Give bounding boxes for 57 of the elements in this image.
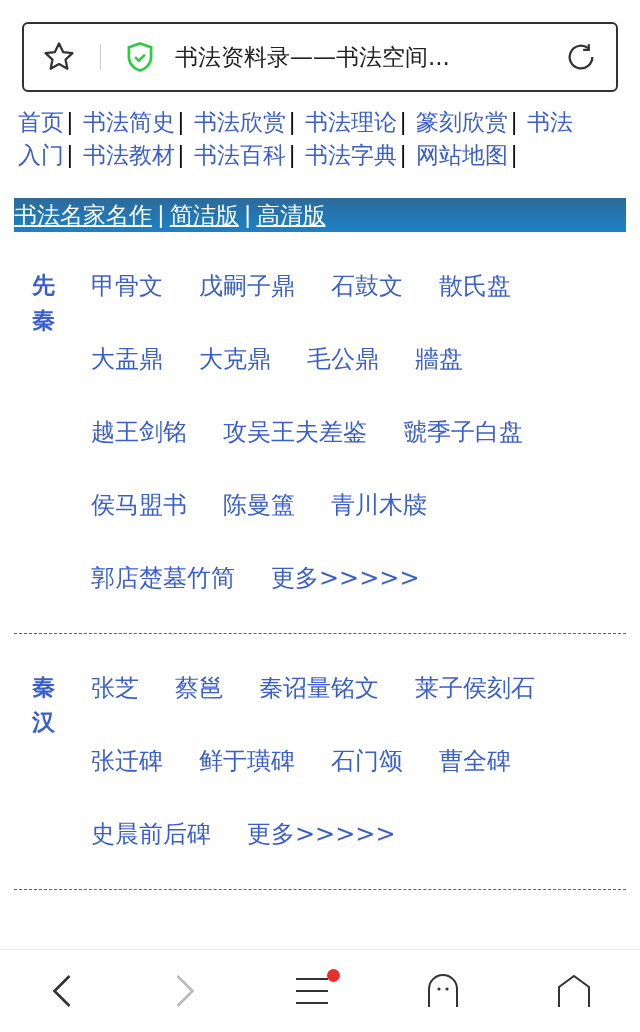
separator: | (177, 109, 185, 135)
work-link[interactable]: 石门颂 (331, 725, 403, 798)
nav-link[interactable]: 书法百科 (194, 142, 287, 168)
work-link[interactable]: 莱子侯刻石 (415, 652, 535, 725)
section-title: 秦汉 (32, 673, 55, 737)
separator: | (157, 202, 165, 228)
nav-link[interactable]: 书法字典 (305, 142, 398, 168)
separator: | (243, 202, 252, 228)
work-link[interactable]: 蔡邕 (175, 652, 223, 725)
separator: | (399, 109, 407, 135)
nav-link[interactable]: 网站地图 (416, 142, 509, 168)
work-link[interactable]: 史晨前后碑 (91, 798, 211, 871)
separator: | (66, 142, 74, 168)
address-bar[interactable]: 书法资料录——书法空间... (22, 22, 618, 92)
separator: | (66, 109, 74, 135)
nav-link[interactable]: 书法欣赏 (194, 109, 287, 135)
separator: | (510, 109, 518, 135)
work-link[interactable]: 张迁碑 (91, 725, 163, 798)
nav-link[interactable]: 书法理论 (305, 109, 398, 135)
section-title: 先秦 (32, 271, 55, 335)
work-link[interactable]: 鲜于璜碑 (199, 725, 295, 798)
work-link[interactable]: 大克鼎 (199, 323, 271, 396)
work-link[interactable]: 侯马盟书 (91, 469, 187, 542)
work-link[interactable]: 曹全碑 (439, 725, 511, 798)
nav-link[interactable]: 首页 (18, 109, 64, 135)
work-link[interactable]: 更多>>>>> (271, 542, 420, 615)
work-link[interactable]: 秦诏量铭文 (259, 652, 379, 725)
work-link[interactable]: 毛公鼎 (307, 323, 379, 396)
work-link[interactable]: 陈曼簠 (223, 469, 295, 542)
nav-link[interactable]: 入门 (18, 142, 64, 168)
nav-link[interactable]: 书法简史 (83, 109, 176, 135)
separator: | (399, 142, 407, 168)
nav-link[interactable]: 篆刻欣赏 (416, 109, 509, 135)
separator: | (510, 142, 518, 168)
work-link[interactable]: 虢季子白盘 (403, 396, 523, 469)
work-link[interactable]: 散氏盘 (439, 250, 511, 323)
work-link[interactable]: 牆盘 (415, 323, 463, 396)
work-link[interactable]: 青川木牍 (331, 469, 427, 542)
separator: | (177, 142, 185, 168)
banner-link[interactable]: 书法名家名作 (14, 199, 152, 231)
nav-link[interactable]: 书法 (527, 109, 574, 135)
separator: | (288, 142, 296, 168)
work-link[interactable]: 攻吴王夫差鉴 (223, 396, 367, 469)
work-link[interactable]: 张芝 (91, 652, 139, 725)
work-link[interactable]: 甲骨文 (91, 250, 163, 323)
banner-link[interactable]: 简洁版 (169, 199, 239, 231)
work-link[interactable]: 石鼓文 (331, 250, 403, 323)
work-link[interactable]: 大盂鼎 (91, 323, 163, 396)
shield-check-icon (125, 41, 155, 73)
work-link[interactable]: 更多>>>>> (247, 798, 396, 871)
page-title: 书法资料录——书法空间... (175, 42, 451, 72)
separator: | (288, 109, 296, 135)
work-link[interactable]: 越王剑铭 (91, 396, 187, 469)
work-link[interactable]: 郭店楚墓竹简 (91, 542, 235, 615)
nav-link[interactable]: 书法教材 (83, 142, 176, 168)
work-link[interactable]: 戊嗣子鼎 (199, 250, 295, 323)
banner-link[interactable]: 高清版 (256, 199, 326, 231)
